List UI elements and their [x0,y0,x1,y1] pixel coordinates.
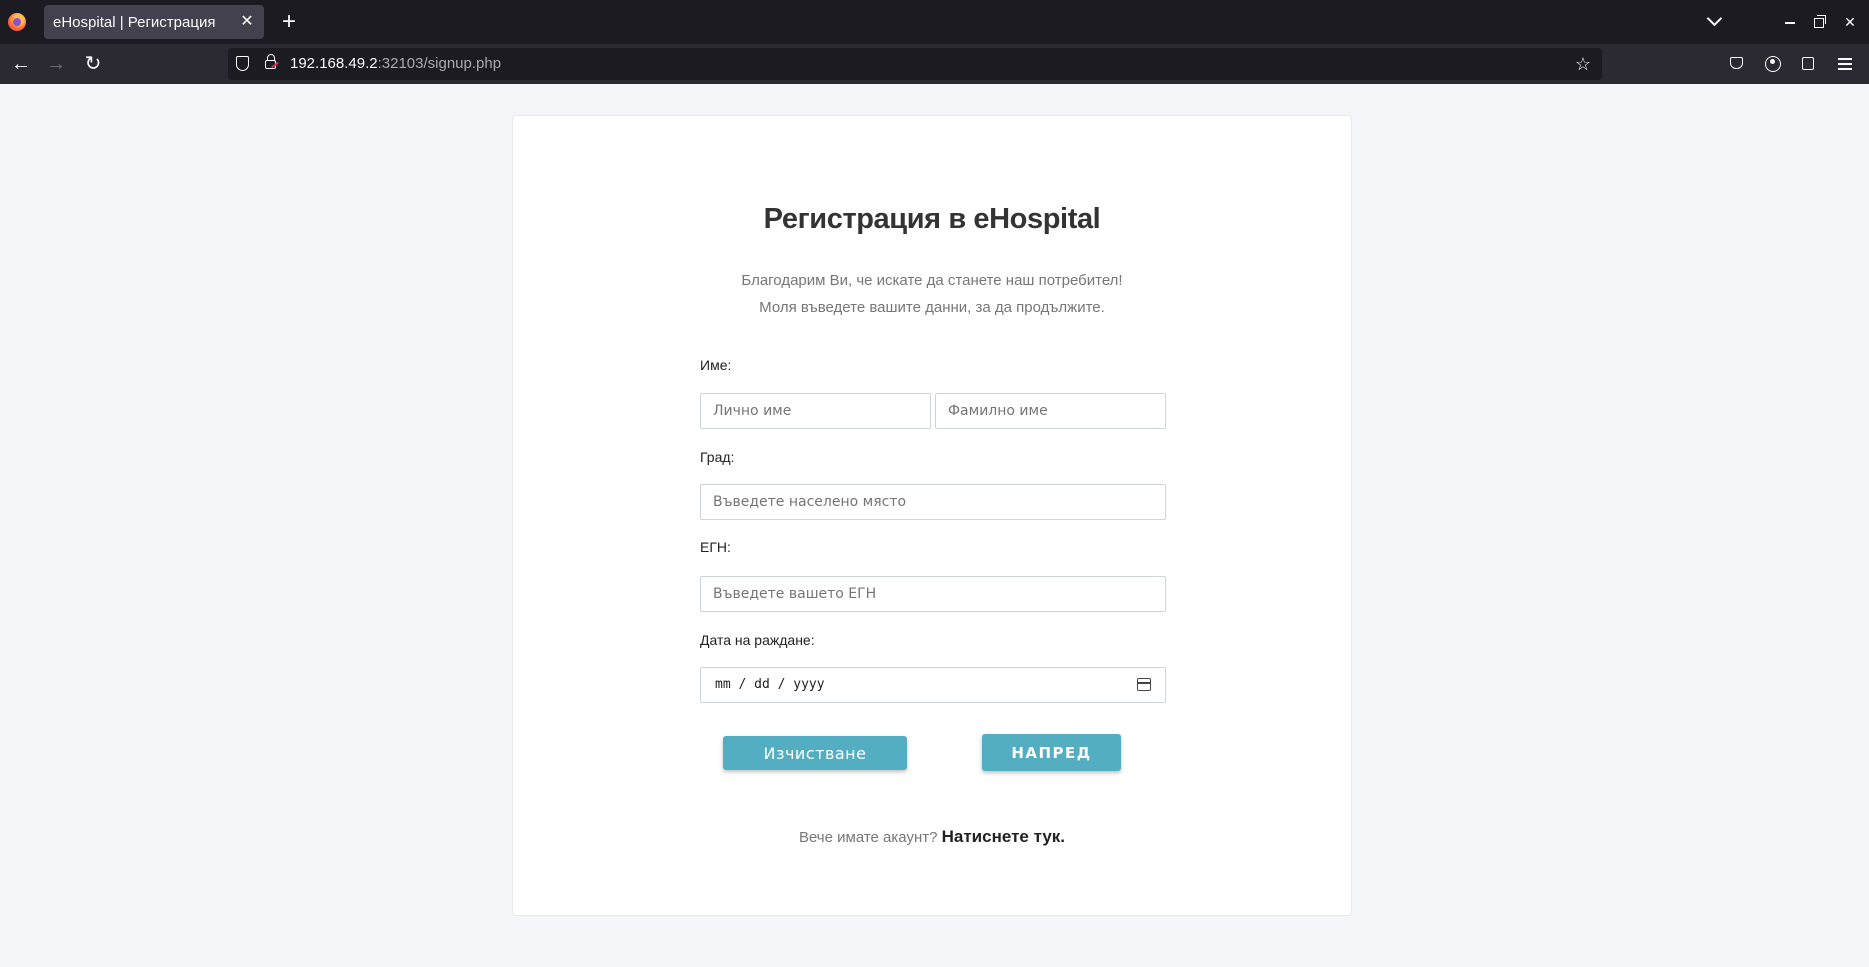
name-label: Име: [700,357,732,373]
browser-tab-active[interactable]: eHospital | Регистрация ✕ [44,5,264,39]
login-prompt-text: Вече имате акаунт? [798,829,938,846]
url-host: 192.168.49.2 [290,55,378,72]
date-of-birth-label: Дата на раждане: [700,632,815,648]
insecure-lock-icon[interactable] [265,54,276,69]
date-placeholder: mm / dd / yyyy [715,677,825,692]
menu-icon[interactable] [1834,53,1856,75]
last-name-input[interactable] [935,393,1166,429]
egn-label: ЕГН: [700,539,731,555]
minimize-window-icon[interactable] [1778,10,1802,34]
url-path: :32103/signup.php [377,55,502,72]
extensions-icon[interactable] [1798,53,1820,75]
subtitle-line-1: Благодарим Ви, че искате да станете наш … [741,272,1123,289]
browser-navigation-bar: ← → ↻ 192.168.49.2:32103/signup.php ☆ [0,44,1869,84]
firefox-logo-icon [8,13,26,31]
next-button[interactable]: НАПРЕД [982,734,1121,771]
city-input[interactable] [700,484,1166,520]
address-bar[interactable]: 192.168.49.2:32103/signup.php ☆ [228,48,1602,80]
url-text[interactable]: 192.168.49.2:32103/signup.php [290,55,501,72]
calendar-icon[interactable] [1137,678,1151,691]
pocket-icon[interactable] [1726,53,1748,75]
city-label: Град: [700,449,735,465]
egn-input[interactable] [700,576,1166,612]
page-title: Регистрация в eHospital [763,203,1101,235]
reload-icon[interactable]: ↻ [81,52,105,76]
clear-button[interactable]: Изчистване [723,736,907,770]
login-prompt: Вече имате акаунт? Натиснете тук. [513,827,1351,847]
list-all-tabs-icon[interactable] [1704,10,1726,32]
first-name-input[interactable] [700,393,931,429]
signup-card: Регистрация в eHospital Благодарим Ви, ч… [512,115,1352,916]
account-icon[interactable] [1762,53,1784,75]
login-link[interactable]: Натиснете тук. [942,827,1065,846]
bookmark-star-icon[interactable]: ☆ [1572,53,1594,75]
subtitle-line-2: Моля въведете вашите данни, за да продъл… [759,299,1105,316]
tracking-shield-icon[interactable] [236,56,249,71]
tab-title: eHospital | Регистрация [53,14,216,31]
date-of-birth-input[interactable]: mm / dd / yyyy [700,667,1166,703]
new-tab-icon[interactable]: + [276,9,302,35]
browser-tab-strip: eHospital | Регистрация ✕ + ✕ [0,0,1869,44]
forward-arrow-icon[interactable]: → [44,52,68,76]
back-arrow-icon[interactable]: ← [9,52,33,76]
close-window-icon[interactable]: ✕ [1838,10,1862,34]
restore-window-icon[interactable] [1808,10,1832,34]
tab-close-icon[interactable]: ✕ [236,11,258,33]
